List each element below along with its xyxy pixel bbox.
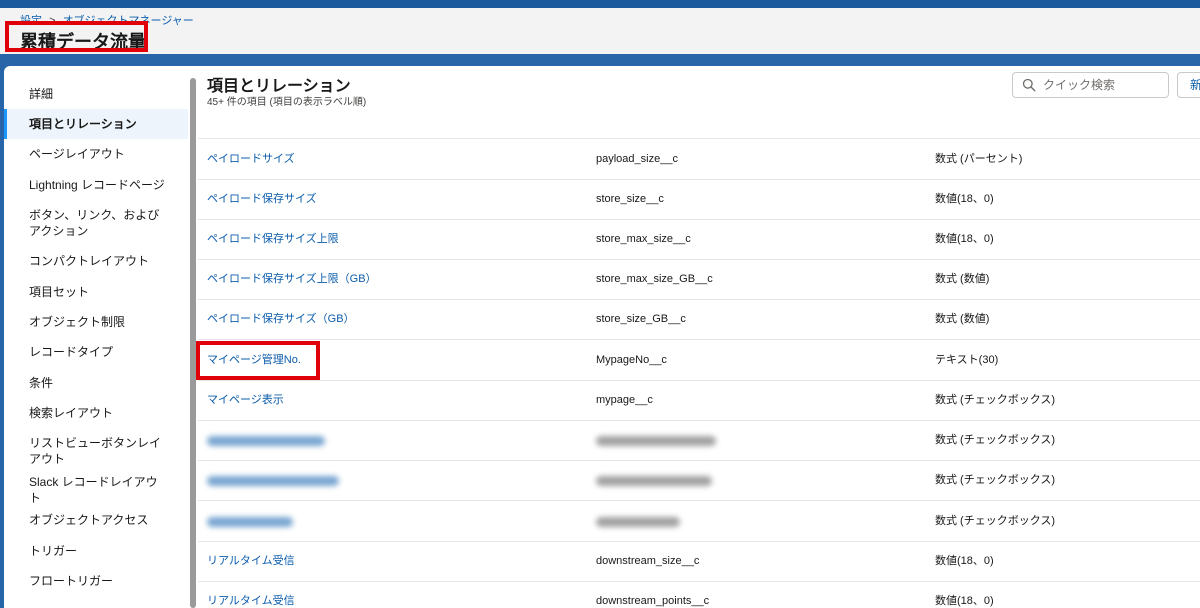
redacted-api-name: [596, 476, 712, 486]
page-title: 累積データ流量: [20, 32, 146, 52]
table-row: 数式 (チェックボックス): [198, 421, 1200, 461]
sidebar-item-label: 詳細: [29, 87, 54, 101]
sidebar-item-label: 検索レイアウト: [29, 406, 114, 420]
sidebar-item-label: オブジェクトアクセス: [29, 513, 149, 527]
sidebar-item-label: オブジェクト制限: [29, 315, 126, 329]
table-row: マイページ管理No. MypageNo__c テキスト(30): [198, 341, 1200, 381]
field-api-name: store_size_GB__c: [596, 313, 686, 325]
sidebar-item-buttons-links-actions[interactable]: ボタン、リンク、およびアクション: [4, 206, 188, 240]
table-row: 数式 (チェックボックス): [198, 502, 1200, 542]
sidebar-item-label: 項目とリレーション: [29, 117, 137, 131]
field-label-link[interactable]: マイページ表示: [207, 381, 284, 420]
sidebar-item-page-layouts[interactable]: ページレイアウト: [4, 145, 188, 163]
search-icon: [1022, 78, 1036, 92]
sidebar-scrollbar-thumb[interactable]: [190, 78, 196, 608]
breadcrumb: 設定 > オブジェクトマネージャー: [20, 12, 194, 28]
fields-panel: 項目とリレーション 45+ 件の項目 (項目の表示ラベル順) 新 ペイロードサイ…: [198, 66, 1200, 608]
field-api-name: store_max_size__c: [596, 233, 691, 245]
sidebar-item-object-limits[interactable]: オブジェクト制限: [4, 313, 188, 331]
field-data-type: 数式 (数値): [935, 273, 990, 285]
sidebar-item-label: Slack レコードレイアウト: [29, 475, 158, 505]
sidebar-item-label: トリガー: [29, 544, 78, 558]
sidebar-item-record-types[interactable]: レコードタイプ: [4, 343, 188, 361]
sidebar-item-details[interactable]: 詳細: [4, 85, 188, 103]
object-header: 設定 > オブジェクトマネージャー 累積データ流量: [0, 8, 1200, 55]
field-data-type: 数値(18、0): [935, 555, 994, 567]
sidebar: 詳細 項目とリレーション ページレイアウト Lightning レコードページ …: [4, 66, 188, 608]
field-data-type: 数式 (パーセント): [935, 153, 1023, 165]
sidebar-item-compact-layouts[interactable]: コンパクトレイアウト: [4, 252, 188, 270]
field-data-type: テキスト(30): [935, 354, 999, 366]
sidebar-item-label: ページレイアウト: [29, 147, 125, 161]
sidebar-item-search-layouts[interactable]: 検索レイアウト: [4, 404, 188, 422]
table-row: リアルタイム受信 downstream_points__c 数値(18、0): [198, 582, 1200, 608]
field-api-name: store_size__c: [596, 193, 664, 205]
redacted-api-name: [596, 517, 680, 527]
sidebar-item-label: フロートリガー: [29, 574, 114, 588]
field-api-name: MypageNo__c: [596, 354, 667, 366]
field-data-type: 数値(18、0): [935, 595, 994, 607]
table-row: 数式 (チェックボックス): [198, 461, 1200, 501]
top-brand-strip: [0, 0, 1200, 8]
quick-search[interactable]: [1012, 72, 1169, 98]
sidebar-item-label: リストビューボタンレイアウト: [29, 436, 162, 466]
table-row: リアルタイム受信 downstream_size__c 数値(18、0): [198, 542, 1200, 582]
table-row: ペイロード保存サイズ上限 store_max_size__c 数値(18、0): [198, 220, 1200, 260]
table-row: ペイロード保存サイズ store_size__c 数値(18、0): [198, 180, 1200, 220]
sidebar-item-label: コンパクトレイアウト: [29, 254, 150, 268]
field-data-type: 数値(18、0): [935, 193, 994, 205]
sidebar-item-triggers[interactable]: トリガー: [4, 542, 188, 560]
sidebar-item-label: ボタン、リンク、およびアクション: [29, 208, 160, 238]
field-data-type: 数式 (チェックボックス): [935, 474, 1056, 486]
field-label-link[interactable]: ペイロード保存サイズ（GB）: [207, 300, 355, 339]
sidebar-item-label: レコードタイプ: [29, 345, 114, 359]
section-subtitle: 45+ 件の項目 (項目の表示ラベル順): [207, 97, 367, 108]
table-divider: [198, 138, 1200, 139]
sidebar-item-slack-record-layout[interactable]: Slack レコードレイアウト: [4, 475, 188, 505]
redacted-field-label: [207, 436, 325, 446]
field-api-name: store_max_size_GB__c: [596, 273, 713, 285]
field-data-type: 数式 (数値): [935, 313, 990, 325]
table-row: ペイロードサイズ payload_size__c 数式 (パーセント): [198, 140, 1200, 180]
breadcrumb-object-manager-link[interactable]: オブジェクトマネージャー: [63, 15, 194, 27]
field-api-name: mypage__c: [596, 394, 653, 406]
field-label-link[interactable]: ペイロード保存サイズ上限（GB）: [207, 260, 377, 299]
field-label-link[interactable]: リアルタイム受信: [207, 582, 295, 608]
field-label-link[interactable]: ペイロード保存サイズ: [207, 180, 317, 219]
field-label-link[interactable]: リアルタイム受信: [207, 542, 295, 581]
table-row: マイページ表示 mypage__c 数式 (チェックボックス): [198, 381, 1200, 421]
redacted-field-label: [207, 476, 339, 486]
field-data-type: 数式 (チェックボックス): [935, 394, 1056, 406]
field-label-link[interactable]: ペイロード保存サイズ上限: [207, 220, 339, 259]
breadcrumb-separator: >: [49, 15, 56, 27]
field-api-name: downstream_size__c: [596, 555, 700, 567]
breadcrumb-setup-link[interactable]: 設定: [20, 15, 42, 27]
sidebar-item-conditions[interactable]: 条件: [4, 374, 188, 392]
field-data-type: 数式 (チェックボックス): [935, 515, 1056, 527]
field-data-type: 数式 (チェックボックス): [935, 434, 1056, 446]
sidebar-item-label: Lightning レコードページ: [29, 178, 165, 192]
table-row: ペイロード保存サイズ上限（GB） store_max_size_GB__c 数式…: [198, 260, 1200, 300]
sidebar-item-fields-relationships[interactable]: 項目とリレーション: [4, 109, 188, 139]
field-api-name: payload_size__c: [596, 153, 678, 165]
sidebar-item-label: 項目セット: [29, 285, 90, 299]
field-data-type: 数値(18、0): [935, 233, 994, 245]
field-label-link[interactable]: マイページ管理No.: [207, 341, 301, 380]
field-label-link[interactable]: ペイロードサイズ: [207, 140, 295, 179]
sidebar-item-field-sets[interactable]: 項目セット: [4, 283, 188, 301]
sidebar-item-lightning-record-pages[interactable]: Lightning レコードページ: [4, 176, 188, 194]
search-input[interactable]: [1041, 77, 1165, 93]
new-field-button[interactable]: 新: [1177, 72, 1200, 98]
sidebar-item-flow-triggers[interactable]: フロートリガー: [4, 572, 188, 590]
redacted-field-label: [207, 517, 293, 527]
table-row: ペイロード保存サイズ（GB） store_size_GB__c 数式 (数値): [198, 300, 1200, 340]
sidebar-item-list-view-button-layout[interactable]: リストビューボタンレイアウト: [4, 434, 188, 468]
field-api-name: downstream_points__c: [596, 595, 710, 607]
sidebar-item-object-access[interactable]: オブジェクトアクセス: [4, 511, 188, 529]
redacted-api-name: [596, 436, 716, 446]
sidebar-item-label: 条件: [29, 376, 54, 390]
